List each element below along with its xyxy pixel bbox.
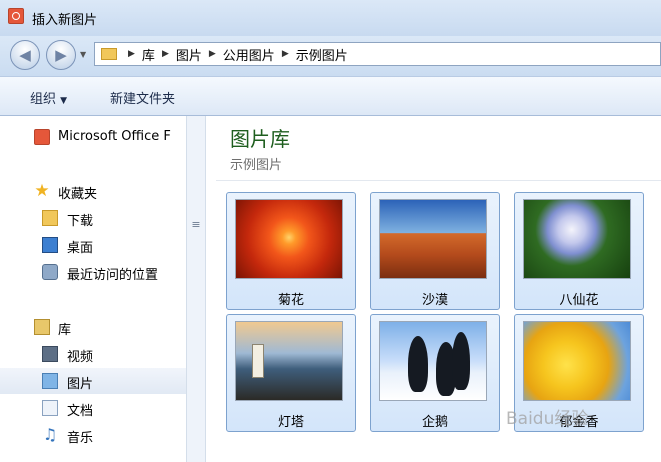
library-subtitle: 示例图片	[230, 158, 283, 173]
nav-item-label: 音乐	[67, 431, 94, 446]
image-tile-chrysanthemum[interactable]: 菊花	[226, 192, 356, 310]
image-caption: 沙漠	[421, 293, 448, 308]
nav-item-pictures[interactable]: 图片	[0, 368, 186, 394]
arrow-left-icon: ◀	[19, 46, 31, 64]
chevron-right-icon[interactable]: ▶	[128, 49, 135, 59]
nav-item-desktop[interactable]: 桌面	[0, 232, 186, 258]
star-icon: ★	[34, 181, 50, 201]
thumbnail-image	[379, 321, 487, 401]
baidu-watermark: Baidu经验	[506, 409, 589, 429]
navigation-pane: Microsoft Office F ★ 收藏夹 下载 桌面 最近访问的位置 库…	[0, 116, 186, 462]
image-tile-hydrangea[interactable]: 八仙花	[514, 192, 644, 310]
thumbnail-image	[235, 199, 343, 279]
lighthouse-shape	[252, 344, 264, 378]
forward-button[interactable]: ▶	[46, 40, 76, 70]
recent-pages-dropdown-icon[interactable]: ▼	[80, 50, 86, 59]
scroll-grip-icon[interactable]: ≡	[190, 219, 202, 230]
nav-item-label: 文档	[67, 404, 94, 419]
folder-download-icon	[42, 210, 58, 226]
nav-item-label: 库	[58, 323, 72, 338]
nav-item-favorites[interactable]: ★ 收藏夹	[0, 178, 186, 204]
new-folder-button[interactable]: 新建文件夹	[110, 88, 175, 107]
image-tile-lighthouse[interactable]: 灯塔	[226, 314, 356, 432]
breadcrumb-public-pictures[interactable]: 公用图片	[223, 45, 275, 64]
breadcrumb-library[interactable]: 库	[142, 45, 155, 64]
desktop-icon	[42, 237, 58, 253]
arrow-right-icon: ▶	[55, 46, 67, 64]
divider	[216, 180, 661, 181]
image-caption: 菊花	[277, 293, 304, 308]
penguin-shape	[408, 336, 428, 392]
breadcrumb-sample-pictures[interactable]: 示例图片	[296, 45, 348, 64]
video-library-icon	[42, 346, 58, 362]
nav-item-label: 下载	[67, 214, 94, 229]
image-caption: 八仙花	[559, 293, 599, 308]
nav-item-libraries[interactable]: 库	[0, 314, 186, 340]
library-icon	[34, 319, 50, 335]
organize-label: 组织	[30, 92, 57, 107]
image-tile-desert[interactable]: 沙漠	[370, 192, 500, 310]
nav-item-videos[interactable]: 视频	[0, 341, 186, 367]
organize-button[interactable]: 组织 ▼	[30, 88, 67, 107]
nav-item-recent-places[interactable]: 最近访问的位置	[0, 259, 186, 285]
office-icon	[34, 129, 50, 145]
pictures-library-icon	[42, 373, 58, 389]
nav-item-label: 最近访问的位置	[67, 268, 159, 283]
chevron-right-icon[interactable]: ▶	[209, 49, 216, 59]
nav-item-label: Microsoft Office F	[58, 129, 171, 144]
file-list-pane: 图片库 示例图片 菊花 沙漠 八仙花 灯塔 企鹅 郁金香	[206, 116, 661, 462]
nav-item-label: 视频	[67, 350, 94, 365]
vertical-scrollbar[interactable]: ≡	[186, 116, 206, 462]
nav-item-label: 图片	[67, 377, 94, 392]
back-button[interactable]: ◀	[10, 40, 40, 70]
folder-icon	[101, 48, 117, 60]
window-title: 插入新图片	[32, 13, 98, 28]
powerpoint-app-icon	[8, 8, 24, 24]
thumbnail-image	[379, 199, 487, 279]
nav-item-downloads[interactable]: 下载	[0, 205, 186, 231]
navigation-bar: ◀ ▶ ▼ ▶ 库 ▶ 图片 ▶ 公用图片 ▶ 示例图片	[0, 36, 661, 76]
image-caption: 灯塔	[277, 415, 304, 430]
caret-down-icon: ▼	[60, 96, 68, 106]
documents-library-icon	[42, 400, 58, 416]
chevron-right-icon[interactable]: ▶	[162, 49, 169, 59]
thumbnail-image	[235, 321, 343, 401]
nav-item-label: 桌面	[67, 241, 94, 256]
nav-item-documents[interactable]: 文档	[0, 395, 186, 421]
image-caption: 企鹅	[421, 415, 448, 430]
recent-places-icon	[42, 264, 58, 280]
title-bar: 插入新图片	[0, 0, 661, 36]
address-bar[interactable]: ▶ 库 ▶ 图片 ▶ 公用图片 ▶ 示例图片	[94, 42, 661, 66]
image-tile-penguins[interactable]: 企鹅	[370, 314, 500, 432]
nav-item-office[interactable]: Microsoft Office F	[0, 124, 186, 150]
music-library-icon: ♫	[42, 425, 58, 444]
command-toolbar: 组织 ▼ 新建文件夹	[0, 76, 661, 116]
nav-item-music[interactable]: ♫ 音乐	[0, 422, 186, 448]
chevron-right-icon[interactable]: ▶	[282, 49, 289, 59]
breadcrumb-pictures[interactable]: 图片	[176, 45, 202, 64]
thumbnail-image	[523, 321, 631, 401]
penguin-shape	[452, 332, 470, 390]
thumbnail-image	[523, 199, 631, 279]
nav-item-label: 收藏夹	[58, 187, 98, 202]
library-title: 图片库	[230, 127, 290, 151]
